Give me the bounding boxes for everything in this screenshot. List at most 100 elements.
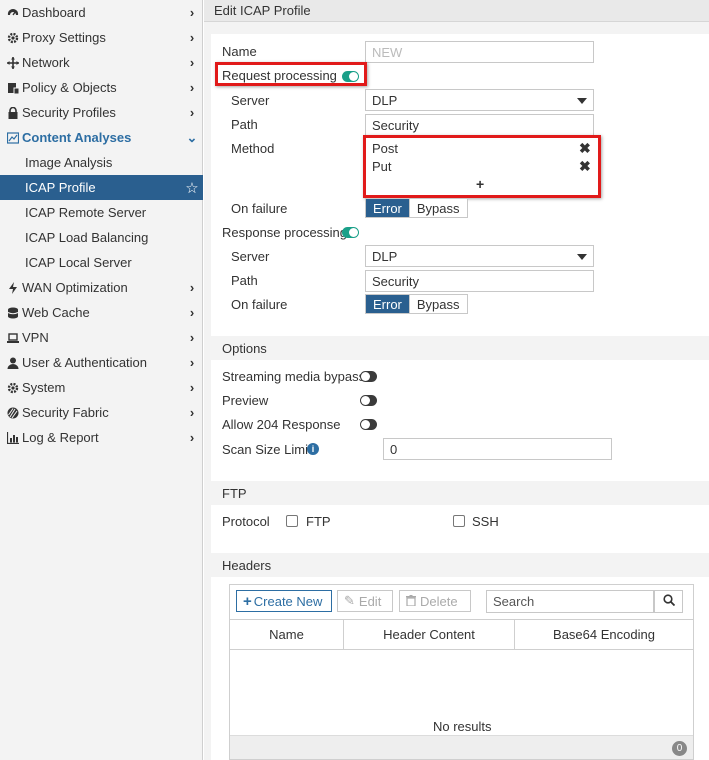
sidebar-item-policy-objects[interactable]: Policy & Objects › xyxy=(0,75,203,100)
search-input[interactable]: Search xyxy=(486,590,654,613)
sidebar-item-vpn[interactable]: VPN › xyxy=(0,325,203,350)
sidebar-item-label: Dashboard xyxy=(22,5,86,20)
name-input[interactable]: NEW xyxy=(365,41,594,63)
chevron-right-icon: › xyxy=(189,30,195,45)
options-header: Options xyxy=(222,341,267,356)
chevron-right-icon: › xyxy=(189,330,195,345)
chevron-right-icon: › xyxy=(189,55,195,70)
sidebar: Dashboard › Proxy Settings › Network › P… xyxy=(0,0,203,760)
sidebar-item-label: VPN xyxy=(22,330,49,345)
remove-icon[interactable]: ✖ xyxy=(579,158,591,175)
server-label: Server xyxy=(231,93,270,108)
headers-table: + Create New ✎ Edit Delete Search Name H… xyxy=(229,584,694,760)
remove-icon[interactable]: ✖ xyxy=(579,140,591,157)
preview-toggle[interactable] xyxy=(360,395,377,406)
sidebar-item-security-fabric[interactable]: Security Fabric › xyxy=(0,400,203,425)
gear-icon xyxy=(0,32,22,44)
chart-icon xyxy=(0,431,22,444)
chevron-right-icon: › xyxy=(189,280,195,295)
sidebar-item-label: Security Profiles xyxy=(22,105,116,120)
ssh-checkbox-label: SSH xyxy=(472,514,499,529)
search-icon xyxy=(662,594,675,609)
sidebar-item-image-analysis[interactable]: Image Analysis xyxy=(0,150,203,175)
ssh-checkbox[interactable] xyxy=(453,515,465,527)
allow204-toggle[interactable] xyxy=(360,419,377,430)
fabric-icon xyxy=(0,407,22,419)
headers-header: Headers xyxy=(222,558,272,573)
sidebar-item-security-profiles[interactable]: Security Profiles › xyxy=(0,100,203,125)
scan-size-input[interactable]: 0 xyxy=(383,438,612,460)
sidebar-item-content-analyses[interactable]: Content Analyses ⌄ xyxy=(0,125,203,150)
create-new-button[interactable]: + Create New xyxy=(236,590,332,612)
user-icon xyxy=(0,357,22,369)
add-method-button[interactable]: + xyxy=(476,176,484,192)
table-footer: 0 xyxy=(230,735,693,759)
table-header-row: Name Header Content Base64 Encoding xyxy=(230,619,693,650)
chevron-right-icon: › xyxy=(189,355,195,370)
request-processing-toggle[interactable] xyxy=(342,71,359,82)
sidebar-item-icap-load-balancing[interactable]: ICAP Load Balancing xyxy=(0,225,203,250)
chevron-right-icon: › xyxy=(189,430,195,445)
path-input[interactable]: Security xyxy=(365,114,594,136)
chevron-right-icon: › xyxy=(189,80,195,95)
sidebar-item-dashboard[interactable]: Dashboard › xyxy=(0,0,203,25)
sidebar-item-web-cache[interactable]: Web Cache › xyxy=(0,300,203,325)
sidebar-item-label: Policy & Objects xyxy=(22,80,117,95)
resp-on-failure-toggle: Error Bypass xyxy=(365,294,468,314)
chevron-right-icon: › xyxy=(189,405,195,420)
sidebar-item-icap-remote-server[interactable]: ICAP Remote Server xyxy=(0,200,203,225)
sidebar-item-wan-optimization[interactable]: WAN Optimization › xyxy=(0,275,203,300)
path-label: Path xyxy=(231,117,258,132)
sidebar-item-user-authentication[interactable]: User & Authentication › xyxy=(0,350,203,375)
caret-down-icon xyxy=(577,98,587,104)
star-icon[interactable]: ☆ xyxy=(181,179,203,197)
dashboard-icon xyxy=(0,7,22,19)
info-icon[interactable]: i xyxy=(307,443,319,455)
edit-button[interactable]: ✎ Edit xyxy=(337,590,393,612)
ftp-header: FTP xyxy=(222,486,247,501)
name-label: Name xyxy=(222,44,257,59)
bypass-option[interactable]: Bypass xyxy=(408,199,467,217)
ftp-checkbox[interactable] xyxy=(286,515,298,527)
sidebar-item-proxy-settings[interactable]: Proxy Settings › xyxy=(0,25,203,50)
server-select-value: DLP xyxy=(372,93,398,108)
method-list: Post ✖ Put ✖ + xyxy=(366,138,598,195)
search-button[interactable] xyxy=(654,590,683,613)
sidebar-item-icap-local-server[interactable]: ICAP Local Server xyxy=(0,250,203,275)
main-content: Edit ICAP Profile Name NEW Request proce… xyxy=(204,0,709,760)
on-failure-toggle: Error Bypass xyxy=(365,198,468,218)
error-option[interactable]: Error xyxy=(366,199,409,217)
sidebar-item-network[interactable]: Network › xyxy=(0,50,203,75)
sidebar-item-label: Web Cache xyxy=(22,305,90,320)
resp-server-select[interactable]: DLP xyxy=(365,245,594,267)
streaming-toggle[interactable] xyxy=(360,371,377,382)
sidebar-item-system[interactable]: System › xyxy=(0,375,203,400)
gear-icon xyxy=(0,382,22,394)
column-header-content[interactable]: Header Content xyxy=(344,620,515,650)
delete-button[interactable]: Delete xyxy=(399,590,471,612)
allow204-label: Allow 204 Response xyxy=(222,417,341,432)
sidebar-item-label: System xyxy=(22,380,66,395)
laptop-icon xyxy=(0,332,22,344)
sidebar-item-label: Image Analysis xyxy=(25,155,113,170)
sidebar-item-label: Log & Report xyxy=(22,430,99,445)
on-failure-label: On failure xyxy=(231,201,288,216)
ftp-section-header: FTP xyxy=(211,481,709,505)
column-header-name[interactable]: Name xyxy=(230,620,344,650)
chevron-right-icon: › xyxy=(189,380,195,395)
sidebar-item-label: Proxy Settings xyxy=(22,30,106,45)
resp-path-input[interactable]: Security xyxy=(365,270,594,292)
bypass-option[interactable]: Bypass xyxy=(408,295,467,313)
sidebar-item-label: User & Authentication xyxy=(22,355,148,370)
bolt-icon xyxy=(0,281,22,294)
sidebar-item-icap-profile[interactable]: ICAP Profile ☆ xyxy=(0,175,203,200)
response-processing-toggle[interactable] xyxy=(342,227,359,238)
server-select[interactable]: DLP xyxy=(365,89,594,111)
result-count-badge: 0 xyxy=(672,741,687,756)
method-item: Put xyxy=(372,159,392,174)
sidebar-item-log-report[interactable]: Log & Report › xyxy=(0,425,203,450)
page-title: Edit ICAP Profile xyxy=(214,3,311,18)
error-option[interactable]: Error xyxy=(366,295,409,313)
create-new-label: Create New xyxy=(253,593,323,609)
column-header-base64[interactable]: Base64 Encoding xyxy=(515,620,693,650)
